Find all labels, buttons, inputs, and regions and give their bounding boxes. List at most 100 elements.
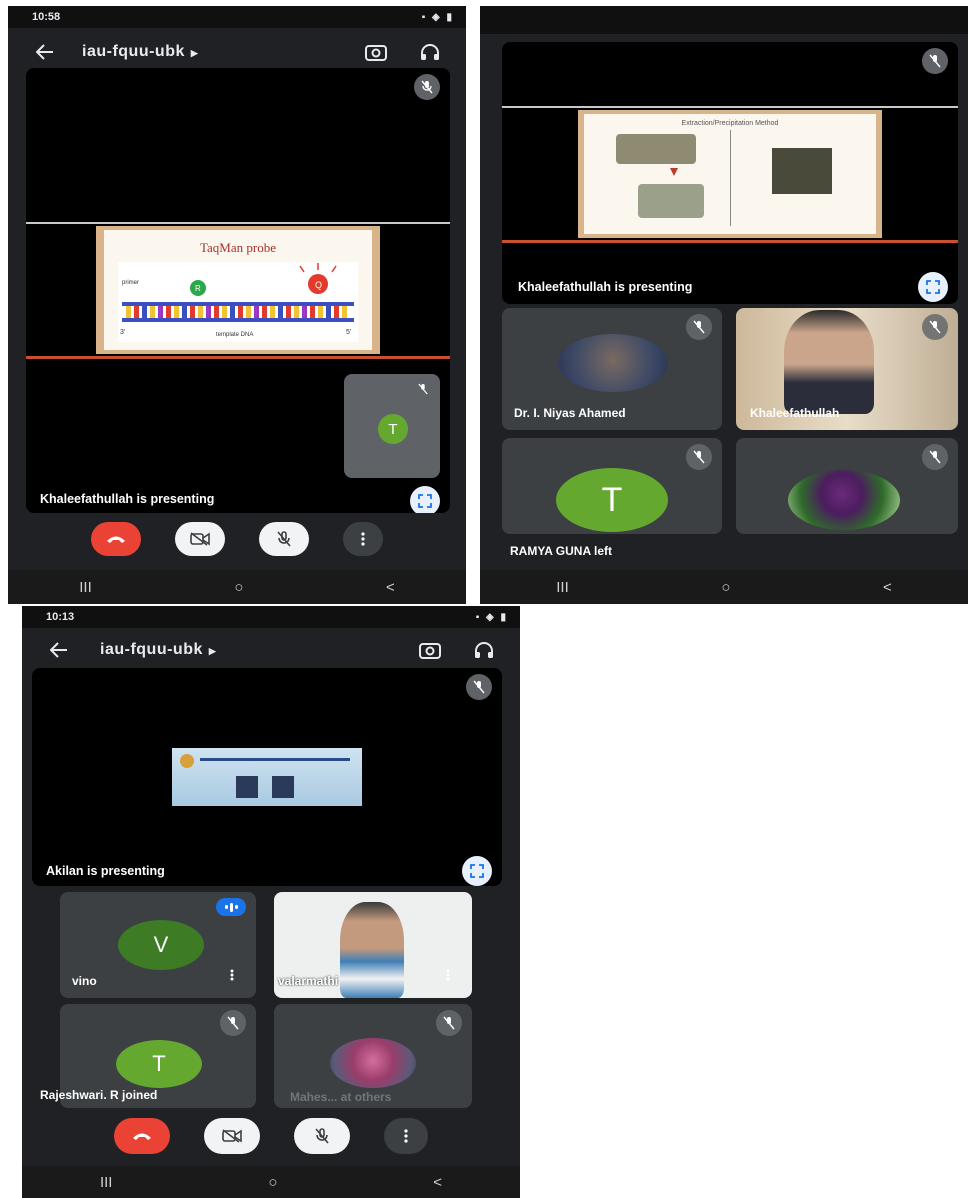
participant-video-tile[interactable]: valarmathi [274, 892, 472, 998]
status-bar: 10:58 ▪ ◈ ▮ [8, 6, 466, 28]
template-dna-label: template DNA [216, 332, 253, 338]
photo-image [272, 776, 294, 798]
mic-off-icon [922, 314, 948, 340]
slide-divider [730, 130, 731, 226]
participant-tile[interactable]: V vino [60, 892, 256, 998]
app-bar: iau-fquu-ubk ▶ [22, 626, 520, 674]
participant-video [340, 902, 404, 998]
camera-flip-icon[interactable] [362, 38, 390, 66]
slide-frame: TaqMan probe primer R Q 3' template DNA … [96, 226, 380, 354]
android-nav-bar: III ○ < [480, 570, 968, 604]
end-call-icon[interactable] [91, 522, 141, 556]
slide-frame: Extraction/Precipitation Method [578, 110, 882, 238]
mic-off-icon [466, 674, 492, 700]
slide-image [638, 184, 704, 218]
headphones-icon[interactable] [416, 38, 444, 66]
participant-name: valarmathi [278, 974, 339, 988]
participant-video-tile[interactable]: Khaleefathullah [736, 308, 958, 430]
home-button[interactable]: ○ [268, 1174, 277, 1191]
back-arrow-icon[interactable] [44, 635, 74, 665]
presenting-label: Khaleefathullah is presenting [40, 492, 215, 506]
shared-screen-edge-bottom [26, 356, 450, 359]
back-button[interactable]: < [433, 1174, 442, 1191]
mic-off-icon [436, 1010, 462, 1036]
camera-flip-icon[interactable] [416, 636, 444, 664]
end-call-icon[interactable] [114, 1118, 170, 1154]
avatar: V [118, 920, 204, 970]
home-button[interactable]: ○ [234, 579, 243, 596]
status-icons: ▪ ◈ ▮ [475, 611, 508, 623]
shared-screen-edge-bottom [502, 240, 958, 243]
android-nav-bar: III ○ < [22, 1166, 520, 1198]
logo-image [180, 754, 194, 768]
fullscreen-icon[interactable] [918, 272, 948, 302]
mic-off-icon [922, 48, 948, 74]
mic-off-icon [686, 444, 712, 470]
slide-taqman: TaqMan probe primer R Q 3' template DNA … [104, 230, 372, 350]
recents-button[interactable]: III [100, 1174, 113, 1191]
status-time: 10:58 [32, 11, 61, 23]
strand-end-right: 5' [346, 329, 351, 336]
mic-off-icon[interactable] [294, 1118, 350, 1154]
camera-off-icon[interactable] [204, 1118, 260, 1154]
fullscreen-icon[interactable] [462, 856, 492, 886]
presentation-stage[interactable]: Akilan is presenting [32, 668, 502, 886]
self-view-pip[interactable]: T [344, 374, 440, 478]
headphones-icon[interactable] [470, 636, 498, 664]
shared-screen-edge [26, 222, 450, 224]
avatar [330, 1038, 416, 1088]
down-arrow-icon [670, 168, 678, 176]
participant-tile[interactable]: T [502, 438, 722, 534]
recents-button[interactable]: III [79, 579, 92, 596]
phone-screen-3: 10:13 ▪ ◈ ▮ iau-fquu-ubk ▶ Akilan is pres… [22, 606, 520, 1198]
back-arrow-icon[interactable] [30, 37, 60, 67]
more-vert-icon[interactable] [343, 522, 383, 556]
mic-off-icon [412, 378, 434, 400]
avatar [788, 470, 900, 530]
back-button[interactable]: < [386, 579, 395, 596]
presentation-stage[interactable]: Extraction/Precipitation Method Khaleefa… [502, 42, 958, 304]
participant-name: Dr. I. Niyas Ahamed [514, 406, 626, 420]
photo-image [236, 776, 258, 798]
taqman-diagram: primer R Q 3' template DNA 5' [118, 262, 358, 342]
more-vert-icon[interactable] [384, 1118, 428, 1154]
participant-tile[interactable]: Mahes... at others [274, 1004, 472, 1108]
phone-screen-1: 10:58 ▪ ◈ ▮ iau-fquu-ubk▶ TaqMan probe [8, 6, 466, 604]
status-bar: 10:13 ▪ ◈ ▮ [22, 606, 520, 628]
participant-tile[interactable]: Dr. I. Niyas Ahamed [502, 308, 722, 430]
meeting-code[interactable]: iau-fquu-ubk ▶ [100, 641, 216, 659]
shared-screen-edge [502, 106, 958, 108]
home-button[interactable]: ○ [721, 579, 730, 596]
certificate-heading [200, 758, 350, 761]
speaking-indicator-icon [216, 898, 246, 916]
mic-off-icon [686, 314, 712, 340]
avatar: T [378, 414, 408, 444]
slide-extraction: Extraction/Precipitation Method [584, 114, 876, 234]
shared-certificate [172, 748, 362, 806]
back-button[interactable]: < [883, 579, 892, 596]
mic-off-icon[interactable] [259, 522, 309, 556]
camera-off-icon[interactable] [175, 522, 225, 556]
fullscreen-icon[interactable] [410, 486, 440, 513]
participant-event: Rajeshwari. R joined [40, 1088, 158, 1102]
participant-tile[interactable] [736, 438, 958, 534]
mic-off-icon [414, 74, 440, 100]
more-vert-icon[interactable] [446, 968, 450, 986]
call-controls [8, 522, 466, 556]
participant-name: Khaleefathullah [750, 406, 840, 420]
svg-text:Q: Q [315, 280, 322, 290]
meeting-code[interactable]: iau-fquu-ubk ▶ [82, 43, 198, 61]
presentation-stage[interactable]: TaqMan probe primer R Q 3' template DNA … [26, 68, 450, 513]
status-bar [480, 6, 968, 34]
call-controls [22, 1118, 520, 1154]
participant-video [784, 310, 874, 414]
participant-name: vino [72, 974, 97, 988]
status-time: 10:13 [46, 611, 75, 623]
strand-end-left: 3' [120, 329, 125, 336]
more-vert-icon[interactable] [230, 968, 234, 986]
phone-screen-2: Extraction/Precipitation Method Khaleefa… [480, 6, 968, 604]
android-nav-bar: III ○ < [8, 570, 466, 604]
mic-off-icon [922, 444, 948, 470]
recents-button[interactable]: III [556, 579, 569, 596]
svg-text:R: R [195, 284, 201, 293]
